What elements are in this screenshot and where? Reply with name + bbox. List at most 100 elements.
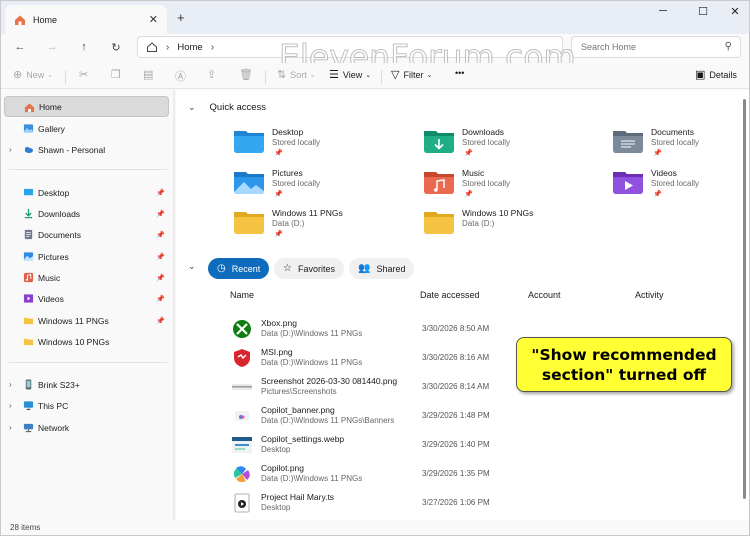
pin-icon: 📌: [156, 231, 165, 239]
column-header-date[interactable]: Date accessed: [420, 290, 480, 300]
document-icon: [24, 229, 33, 240]
tab-favorites[interactable]: ☆ Favorites: [274, 258, 344, 279]
pane-splitter[interactable]: [173, 90, 175, 520]
pin-icon: 📌: [464, 191, 473, 198]
sidebar-item-phone[interactable]: › Brink S23+: [4, 374, 169, 395]
item-name: Pictures: [272, 168, 303, 178]
chevron-right-icon[interactable]: ›: [9, 401, 12, 410]
quick-access-item[interactable]: Music Stored locally 📌: [424, 168, 604, 206]
settings-thumbnail-icon: [232, 437, 252, 453]
gallery-icon: [23, 124, 34, 133]
quick-access-item[interactable]: Documents Stored locally 📌: [613, 127, 749, 165]
cut-button[interactable]: ✂: [79, 68, 92, 81]
item-count: 28 items: [10, 523, 41, 532]
new-button[interactable]: ⊕ New ⌄: [13, 68, 53, 81]
close-window-button[interactable]: ✕: [725, 5, 745, 18]
quick-access-item[interactable]: Windows 11 PNGs Data (D:) 📌: [234, 208, 414, 246]
sidebar-item-home[interactable]: Home: [4, 96, 169, 117]
sidebar-item-this-pc[interactable]: › This PC: [4, 395, 169, 416]
tab-shared[interactable]: 👥 Shared: [349, 258, 415, 279]
sidebar-item-desktop[interactable]: Desktop 📌: [4, 182, 169, 203]
file-path: Data (D:)\Windows 11 PNGs: [261, 329, 363, 338]
chevron-right-icon[interactable]: ›: [9, 145, 12, 154]
view-button[interactable]: ☰ View ⌄: [329, 68, 371, 81]
file-name: MSI.png: [261, 347, 293, 357]
breadcrumb-home[interactable]: Home: [177, 42, 202, 53]
file-date: 3/30/2026 8:50 AM: [422, 324, 490, 333]
forward-button[interactable]: →: [42, 38, 62, 56]
file-explorer-window: Home ✕ + ─ ☐ ✕ ← → ↑ ↻ › Home › Search H…: [0, 0, 750, 536]
quick-access-item[interactable]: Windows 10 PNGs Data (D:): [424, 208, 604, 246]
sidebar-item-windows-10-pngs[interactable]: Windows 10 PNGs: [4, 331, 169, 352]
sidebar-item-network[interactable]: › Network: [4, 417, 169, 438]
rename-button[interactable]: Ⓐ: [175, 68, 190, 84]
sidebar-item-label: Downloads: [38, 208, 81, 219]
sidebar-item-videos[interactable]: Videos 📌: [4, 288, 169, 309]
maximize-button[interactable]: ☐: [693, 5, 713, 18]
back-button[interactable]: ←: [10, 38, 30, 56]
details-button[interactable]: ▣ Details: [695, 68, 737, 81]
tab-home[interactable]: Home ✕: [5, 5, 167, 34]
pin-icon: 📌: [464, 150, 473, 157]
sidebar-item-label: This PC: [38, 400, 69, 411]
chevron-down-icon[interactable]: ⌄: [188, 261, 196, 272]
up-button[interactable]: ↑: [74, 38, 94, 56]
item-name: Downloads: [462, 127, 505, 137]
new-tab-button[interactable]: +: [177, 10, 185, 25]
item-location: Data (D:): [462, 219, 495, 228]
pin-icon: 📌: [156, 274, 165, 282]
tab-label: Shared: [376, 263, 406, 274]
column-header-activity[interactable]: Activity: [635, 290, 664, 300]
filter-button[interactable]: ▽ Filter ⌄: [391, 68, 432, 81]
sidebar-item-onedrive[interactable]: › Shawn - Personal: [4, 139, 169, 160]
delete-button[interactable]: 🗑: [239, 68, 257, 81]
tab-recent[interactable]: ◷ Recent: [208, 258, 270, 279]
chevron-right-icon[interactable]: ›: [9, 380, 12, 389]
search-input[interactable]: Search Home ⚲: [571, 36, 741, 58]
address-bar[interactable]: › Home ›: [137, 36, 563, 58]
column-header-name[interactable]: Name: [230, 290, 254, 300]
quick-access-item[interactable]: Pictures Stored locally 📌: [234, 168, 414, 206]
vertical-scrollbar[interactable]: [743, 99, 746, 499]
xbox-icon: [233, 320, 251, 338]
divider: [65, 70, 66, 84]
video-icon: [23, 294, 34, 303]
chevron-right-icon[interactable]: ›: [211, 42, 214, 53]
cloud-icon: [24, 146, 34, 153]
quick-access-item[interactable]: Downloads Stored locally 📌: [424, 127, 604, 165]
table-row[interactable]: Copilot_settings.webp Desktop 3/29/2026 …: [228, 431, 728, 460]
sidebar-item-music[interactable]: Music 📌: [4, 267, 169, 288]
trash-icon: 🗑: [239, 69, 253, 81]
file-path: Data (D:)\Windows 11 PNGs: [261, 474, 363, 483]
clock-icon: ◷: [217, 263, 226, 274]
close-tab-icon[interactable]: ✕: [149, 13, 158, 26]
column-header-account[interactable]: Account: [528, 290, 561, 300]
music-icon: [23, 272, 34, 283]
item-name: Windows 10 PNGs: [462, 208, 534, 218]
table-row[interactable]: Project Hail Mary.ts Desktop 3/27/2026 1…: [228, 489, 728, 518]
minimize-button[interactable]: ─: [653, 5, 673, 17]
share-button[interactable]: ⇪: [207, 68, 220, 81]
sort-button[interactable]: ⇅ Sort ⌄: [277, 68, 316, 81]
media-file-icon: [234, 493, 250, 513]
sidebar-item-documents[interactable]: Documents 📌: [4, 224, 169, 245]
quick-access-item[interactable]: Videos Stored locally 📌: [613, 168, 749, 206]
chevron-right-icon[interactable]: ›: [9, 423, 12, 432]
callout-line: "Show recommended: [531, 345, 717, 364]
table-row[interactable]: Copilot_banner.png Data (D:)\Windows 11 …: [228, 402, 728, 431]
pin-icon: 📌: [274, 191, 283, 198]
quick-access-header[interactable]: ⌄ Quick access: [188, 102, 266, 113]
sidebar-item-windows-11-pngs[interactable]: Windows 11 PNGs 📌: [4, 310, 169, 331]
sidebar-item-gallery[interactable]: Gallery: [4, 118, 169, 139]
refresh-button[interactable]: ↻: [106, 38, 126, 56]
home-icon: [24, 103, 35, 113]
sidebar-item-downloads[interactable]: Downloads 📌: [4, 203, 169, 224]
sidebar-item-pictures[interactable]: Pictures 📌: [4, 246, 169, 267]
quick-access-item[interactable]: Desktop Stored locally 📌: [234, 127, 414, 165]
view-label: View: [342, 69, 363, 80]
table-row[interactable]: Copilot.png Data (D:)\Windows 11 PNGs 3/…: [228, 460, 728, 489]
see-more-button[interactable]: •••: [455, 68, 464, 78]
chevron-down-icon[interactable]: ⌄: [188, 102, 196, 113]
paste-button[interactable]: ▤: [143, 68, 157, 81]
copy-button[interactable]: ❐: [111, 68, 125, 81]
